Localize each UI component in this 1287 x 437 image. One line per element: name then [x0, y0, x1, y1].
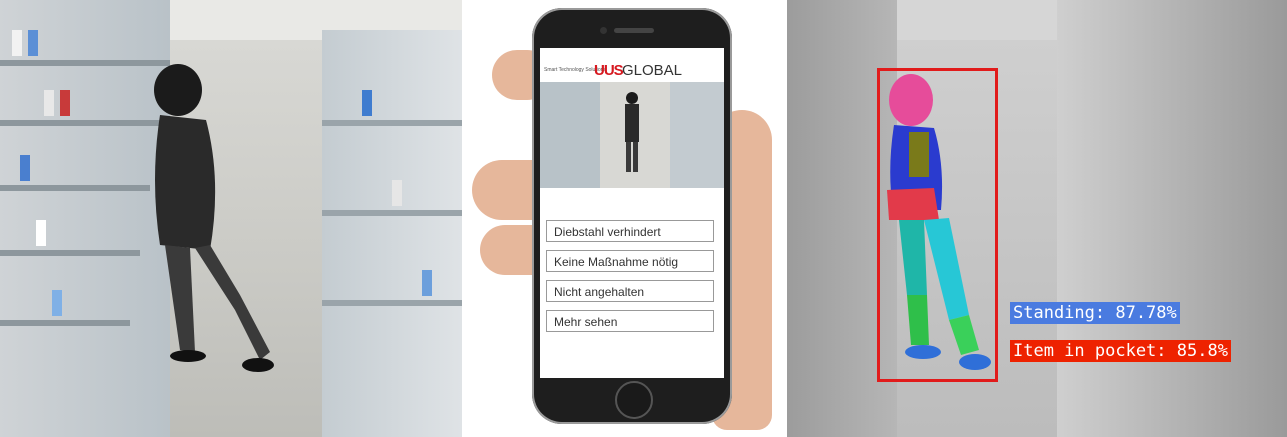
speaker-grille [614, 28, 654, 33]
product [422, 270, 432, 296]
shelf-row [0, 185, 150, 191]
product [28, 30, 38, 56]
pose-label-standing: Standing: 87.78% [1010, 302, 1180, 324]
shelf-row [322, 300, 462, 306]
product [60, 90, 70, 116]
shelf-row [0, 250, 140, 256]
product [52, 290, 62, 316]
camera-thumbnail[interactable] [540, 82, 724, 188]
menu-item-theft-prevented[interactable]: Diebstahl verhindert [546, 220, 714, 242]
analysis-panel: Standing: 87.78% Item in pocket: 85.8% [787, 0, 1287, 437]
shelf-row [0, 320, 130, 326]
right-shelf [322, 30, 462, 437]
brand-header: Smart Technology Solutions UUS GLOBAL [540, 48, 724, 82]
product [12, 30, 22, 56]
shelf-row [322, 210, 462, 216]
brand-logo-mark: UUS [594, 62, 624, 79]
person-figure [154, 64, 274, 372]
shelf-row [0, 120, 160, 126]
menu-item-see-more[interactable]: Mehr sehen [546, 310, 714, 332]
brand-logo-text: GLOBAL [622, 62, 683, 79]
menu-item-no-action-needed[interactable]: Keine Maßnahme nötig [546, 250, 714, 272]
cctv-panel [0, 0, 462, 437]
product [392, 180, 402, 206]
home-button[interactable] [615, 381, 653, 419]
front-camera-icon [600, 27, 607, 34]
product [362, 90, 372, 116]
product [44, 90, 54, 116]
shelf-row [322, 120, 462, 126]
phone-screen: Smart Technology Solutions UUS GLOBAL Di… [540, 48, 724, 378]
thumbnail-scene [540, 82, 724, 188]
action-label-item-in-pocket: Item in pocket: 85.8% [1010, 340, 1231, 362]
detection-bounding-box [877, 68, 998, 382]
product [36, 220, 46, 246]
phone-panel: Smart Technology Solutions UUS GLOBAL Di… [462, 0, 787, 437]
right-shelf [1057, 0, 1287, 437]
smartphone: Smart Technology Solutions UUS GLOBAL Di… [532, 8, 732, 424]
product [20, 155, 30, 181]
menu-item-not-stopped[interactable]: Nicht angehalten [546, 280, 714, 302]
